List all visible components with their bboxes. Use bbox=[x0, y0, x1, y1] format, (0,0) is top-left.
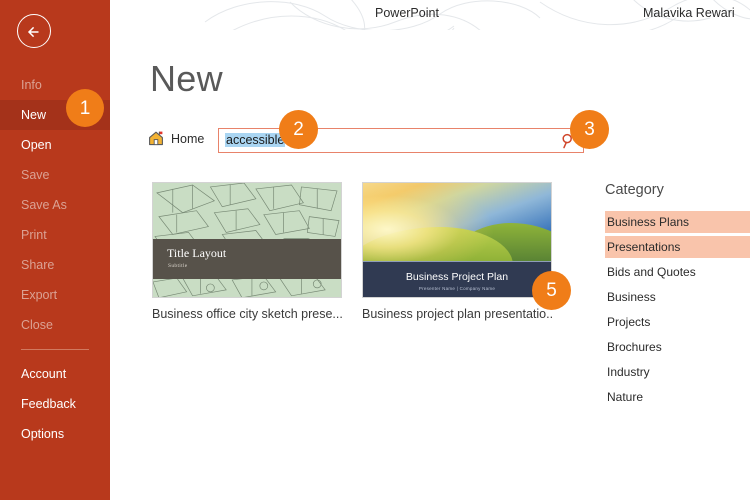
account-name-label: Malavika Rewari bbox=[643, 6, 735, 20]
sidebar-item-print[interactable]: Print bbox=[0, 220, 110, 250]
template-title-band: Title Layout Subtitle bbox=[153, 239, 341, 279]
sidebar-item-options[interactable]: Options bbox=[0, 419, 110, 449]
category-item-bids-and-quotes[interactable]: Bids and Quotes bbox=[605, 261, 750, 283]
callout-badge-5: 5 bbox=[532, 271, 571, 310]
category-item-industry[interactable]: Industry bbox=[605, 361, 750, 383]
callout-badge-1: 1 bbox=[66, 89, 104, 127]
template-thumb-subtitle: Subtitle bbox=[168, 263, 188, 269]
sidebar-item-account[interactable]: Account bbox=[0, 359, 110, 389]
sidebar-item-close[interactable]: Close bbox=[0, 310, 110, 340]
template-caption: Business office city sketch prese... bbox=[152, 307, 342, 321]
template-thumbnail[interactable]: Title Layout Subtitle bbox=[152, 182, 342, 298]
category-item-presentations[interactable]: Presentations bbox=[605, 236, 750, 258]
home-link[interactable]: Home bbox=[148, 131, 204, 146]
template-card[interactable]: Title Layout Subtitle Business office ci… bbox=[152, 182, 342, 321]
sidebar-item-export[interactable]: Export bbox=[0, 280, 110, 310]
template-caption: Business project plan presentatio... bbox=[362, 307, 552, 321]
category-item-projects[interactable]: Projects bbox=[605, 311, 750, 333]
home-label: Home bbox=[171, 132, 204, 146]
search-input[interactable]: accessible bbox=[218, 128, 584, 153]
template-card[interactable]: Business Project Plan Presenter Name | C… bbox=[362, 182, 552, 321]
category-item-business[interactable]: Business bbox=[605, 286, 750, 308]
backstage-sidebar: Info New Open Save Save As Print Share E… bbox=[0, 0, 110, 500]
category-item-nature[interactable]: Nature bbox=[605, 386, 750, 408]
main-content: New Home accessible bbox=[110, 30, 750, 500]
sidebar-divider bbox=[21, 349, 89, 350]
powerpoint-backstage-new-screen: PowerPoint Malavika Rewari ? Info New Op… bbox=[0, 0, 750, 500]
search-input-value: accessible bbox=[225, 133, 285, 147]
sidebar-item-feedback[interactable]: Feedback bbox=[0, 389, 110, 419]
sidebar-item-save-as[interactable]: Save As bbox=[0, 190, 110, 220]
page-title: New bbox=[150, 58, 223, 100]
template-thumb-title: Business Project Plan bbox=[363, 271, 551, 283]
sidebar-item-open[interactable]: Open bbox=[0, 130, 110, 160]
callout-badge-2: 2 bbox=[279, 110, 318, 149]
sidebar-nav: Info New Open Save Save As Print Share E… bbox=[0, 70, 110, 449]
template-thumbnail[interactable]: Business Project Plan Presenter Name | C… bbox=[362, 182, 552, 298]
category-title: Category bbox=[605, 182, 750, 198]
title-bar: PowerPoint Malavika Rewari ? bbox=[110, 0, 750, 30]
home-icon bbox=[148, 131, 164, 146]
template-title-band: Business Project Plan Presenter Name | C… bbox=[363, 261, 551, 298]
app-name-label: PowerPoint bbox=[375, 6, 439, 20]
template-thumb-subtitle: Presenter Name | Company Name bbox=[363, 286, 551, 291]
category-item-business-plans[interactable]: Business Plans bbox=[605, 211, 750, 233]
sidebar-item-save[interactable]: Save bbox=[0, 160, 110, 190]
sidebar-item-share[interactable]: Share bbox=[0, 250, 110, 280]
back-arrow-icon bbox=[24, 21, 46, 43]
back-button[interactable] bbox=[17, 14, 51, 48]
category-panel: Category Business Plans Presentations Bi… bbox=[605, 182, 750, 411]
category-item-brochures[interactable]: Brochures bbox=[605, 336, 750, 358]
callout-badge-3: 3 bbox=[570, 110, 609, 149]
template-thumb-title: Title Layout bbox=[167, 246, 226, 261]
